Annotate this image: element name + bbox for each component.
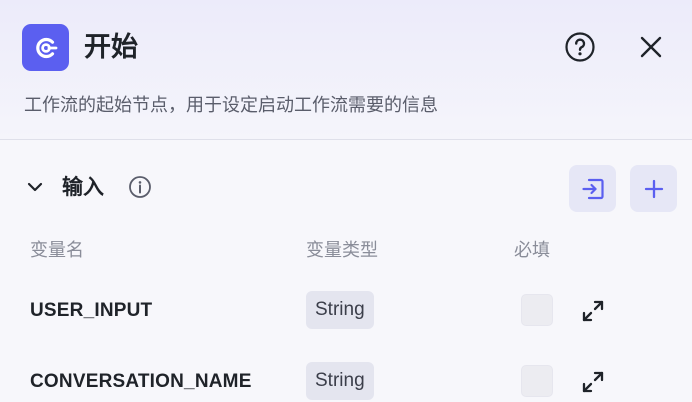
column-header-required: 必填: [514, 240, 550, 261]
column-header-name: 变量名: [30, 240, 84, 261]
question-circle-icon: [565, 32, 595, 62]
node-description: 工作流的起始节点，用于设定启动工作流需要的信息: [24, 95, 438, 116]
variable-type-tag: String: [306, 362, 374, 400]
expand-icon: [582, 371, 604, 393]
variable-row: USER_INPUT String: [0, 286, 692, 336]
input-section-title: 输入: [62, 175, 104, 199]
add-variable-button[interactable]: [630, 165, 677, 212]
expand-button[interactable]: [580, 298, 606, 324]
import-icon: [581, 178, 604, 199]
info-circle-icon[interactable]: [128, 175, 152, 199]
expand-icon: [582, 300, 604, 322]
node-title: 开始: [84, 32, 138, 63]
required-checkbox[interactable]: [521, 365, 553, 397]
help-button[interactable]: [563, 30, 597, 64]
start-node-icon: [22, 24, 69, 71]
plus-icon: [644, 179, 663, 198]
variable-row: CONVERSATION_NAME String: [0, 357, 692, 402]
close-button[interactable]: [634, 30, 668, 64]
node-header: 开始 工作流的起始节点，用于设定启动工作流需要的信息: [0, 0, 692, 140]
required-checkbox[interactable]: [521, 294, 553, 326]
variable-name: USER_INPUT: [30, 300, 153, 321]
expand-button[interactable]: [580, 369, 606, 395]
variable-name: CONVERSATION_NAME: [30, 371, 252, 392]
collapse-section-toggle[interactable]: [24, 176, 46, 198]
chevron-down-icon: [27, 182, 43, 192]
column-header-type: 变量类型: [306, 240, 378, 261]
import-variables-button[interactable]: [569, 165, 616, 212]
variable-type-tag: String: [306, 291, 374, 329]
close-icon: [640, 36, 662, 58]
